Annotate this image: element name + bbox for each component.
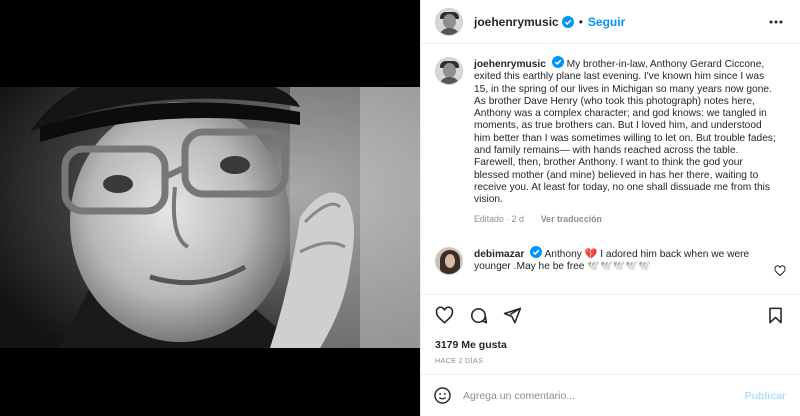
follow-button[interactable]: Seguir bbox=[588, 15, 625, 29]
heart-icon[interactable] bbox=[431, 303, 457, 329]
caption-comment: joehenrymusic My brother-in-law, Anthony… bbox=[435, 56, 786, 225]
verified-badge-icon bbox=[551, 56, 564, 68]
comment-body: debimazar Anthony 💔 I adored him back wh… bbox=[474, 245, 764, 274]
post-media[interactable] bbox=[0, 0, 420, 416]
more-horizontal-icon[interactable] bbox=[764, 10, 788, 34]
bookmark-icon[interactable] bbox=[762, 303, 788, 329]
post-photo[interactable] bbox=[0, 87, 420, 348]
comment-like-heart-icon[interactable] bbox=[774, 265, 786, 277]
action-bar bbox=[421, 294, 800, 336]
author-avatar[interactable] bbox=[435, 7, 463, 36]
caption-text: My brother-in-law, Anthony Gerard Ciccon… bbox=[474, 59, 776, 206]
caption-body: joehenrymusic My brother-in-law, Anthony… bbox=[474, 56, 779, 225]
see-translation-link[interactable]: Ver traducción bbox=[541, 214, 602, 224]
commenter-username[interactable]: debimazar bbox=[474, 249, 524, 260]
comments-section[interactable]: joehenrymusic My brother-in-law, Anthony… bbox=[421, 44, 800, 294]
comment-composer: Publicar bbox=[421, 374, 800, 416]
commenter-avatar[interactable] bbox=[435, 246, 463, 275]
bw-portrait-image bbox=[0, 87, 420, 348]
post-sidebar: joehenrymusic • Seguir joehenrymusic My … bbox=[420, 0, 800, 416]
likes-count[interactable]: 3179 Me gusta bbox=[421, 336, 800, 351]
emoji-icon[interactable] bbox=[431, 385, 453, 407]
comment-icon[interactable] bbox=[465, 303, 491, 329]
caption-meta: Editado · 2 d Ver traducción bbox=[474, 213, 779, 225]
instagram-post: joehenrymusic • Seguir joehenrymusic My … bbox=[0, 0, 800, 416]
share-icon[interactable] bbox=[499, 303, 525, 329]
edited-label: Editado · 2 d bbox=[474, 213, 524, 224]
caption-username[interactable]: joehenrymusic bbox=[474, 59, 546, 70]
comment-item: debimazar Anthony 💔 I adored him back wh… bbox=[435, 245, 786, 277]
verified-badge-icon bbox=[530, 245, 543, 258]
post-timestamp: HACE 2 DÍAS bbox=[435, 356, 484, 365]
post-header: joehenrymusic • Seguir bbox=[421, 0, 800, 44]
verified-badge-icon bbox=[561, 15, 574, 28]
separator-dot: • bbox=[578, 14, 583, 29]
author-avatar[interactable] bbox=[435, 57, 463, 85]
publish-button[interactable]: Publicar bbox=[745, 390, 786, 402]
author-username[interactable]: joehenrymusic bbox=[474, 15, 559, 29]
comment-input[interactable] bbox=[463, 389, 745, 402]
